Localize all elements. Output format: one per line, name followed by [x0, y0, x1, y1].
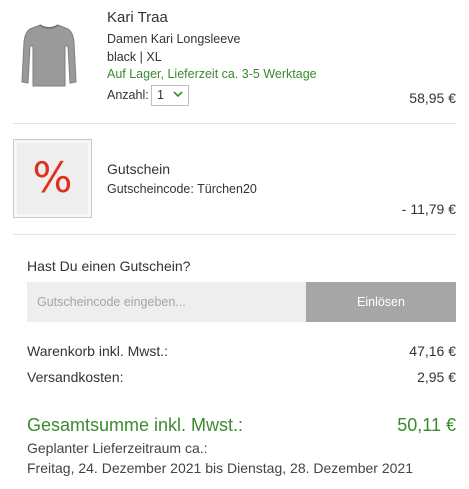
percent-voucher-icon: %	[32, 153, 73, 202]
product-price: 58,95 €	[409, 90, 456, 106]
voucher-amount: - 11,79 €	[401, 201, 456, 217]
cart-total-label: Warenkorb inkl. Mwst.:	[27, 343, 169, 359]
voucher-title: Gutschein	[107, 161, 171, 177]
voucher-code: Gutscheincode: Türchen20	[107, 182, 257, 196]
availability-text: Auf Lager, Lieferzeit ca. 3-5 Werktage	[107, 67, 317, 81]
divider	[13, 123, 456, 124]
cart-total-value: 47,16 €	[409, 343, 456, 359]
coupon-code-input[interactable]	[27, 282, 306, 322]
delivery-range: Freitag, 24. Dezember 2021 bis Dienstag,…	[27, 460, 413, 476]
grand-total-value: 50,11 €	[397, 415, 456, 435]
chevron-down-icon	[173, 91, 183, 98]
delivery-label: Geplanter Lieferzeitraum ca.:	[27, 440, 208, 456]
quantity-label: Anzahl:	[107, 88, 149, 102]
voucher-image: %	[13, 139, 92, 218]
coupon-question: Hast Du einen Gutschein?	[27, 258, 191, 274]
product-name[interactable]: Damen Kari Longsleeve	[107, 32, 240, 46]
product-image[interactable]	[18, 22, 80, 88]
product-brand: Kari Traa	[107, 9, 168, 26]
divider	[13, 234, 456, 235]
redeem-button[interactable]: Einlösen	[306, 282, 456, 322]
shipping-label: Versandkosten:	[27, 369, 124, 385]
grand-total-label: Gesamtsumme inkl. Mwst.:	[27, 415, 244, 435]
shipping-value: 2,95 €	[417, 369, 456, 385]
quantity-value: 1	[157, 88, 164, 102]
product-variant: black | XL	[107, 50, 162, 64]
quantity-select[interactable]: 1	[151, 85, 189, 106]
